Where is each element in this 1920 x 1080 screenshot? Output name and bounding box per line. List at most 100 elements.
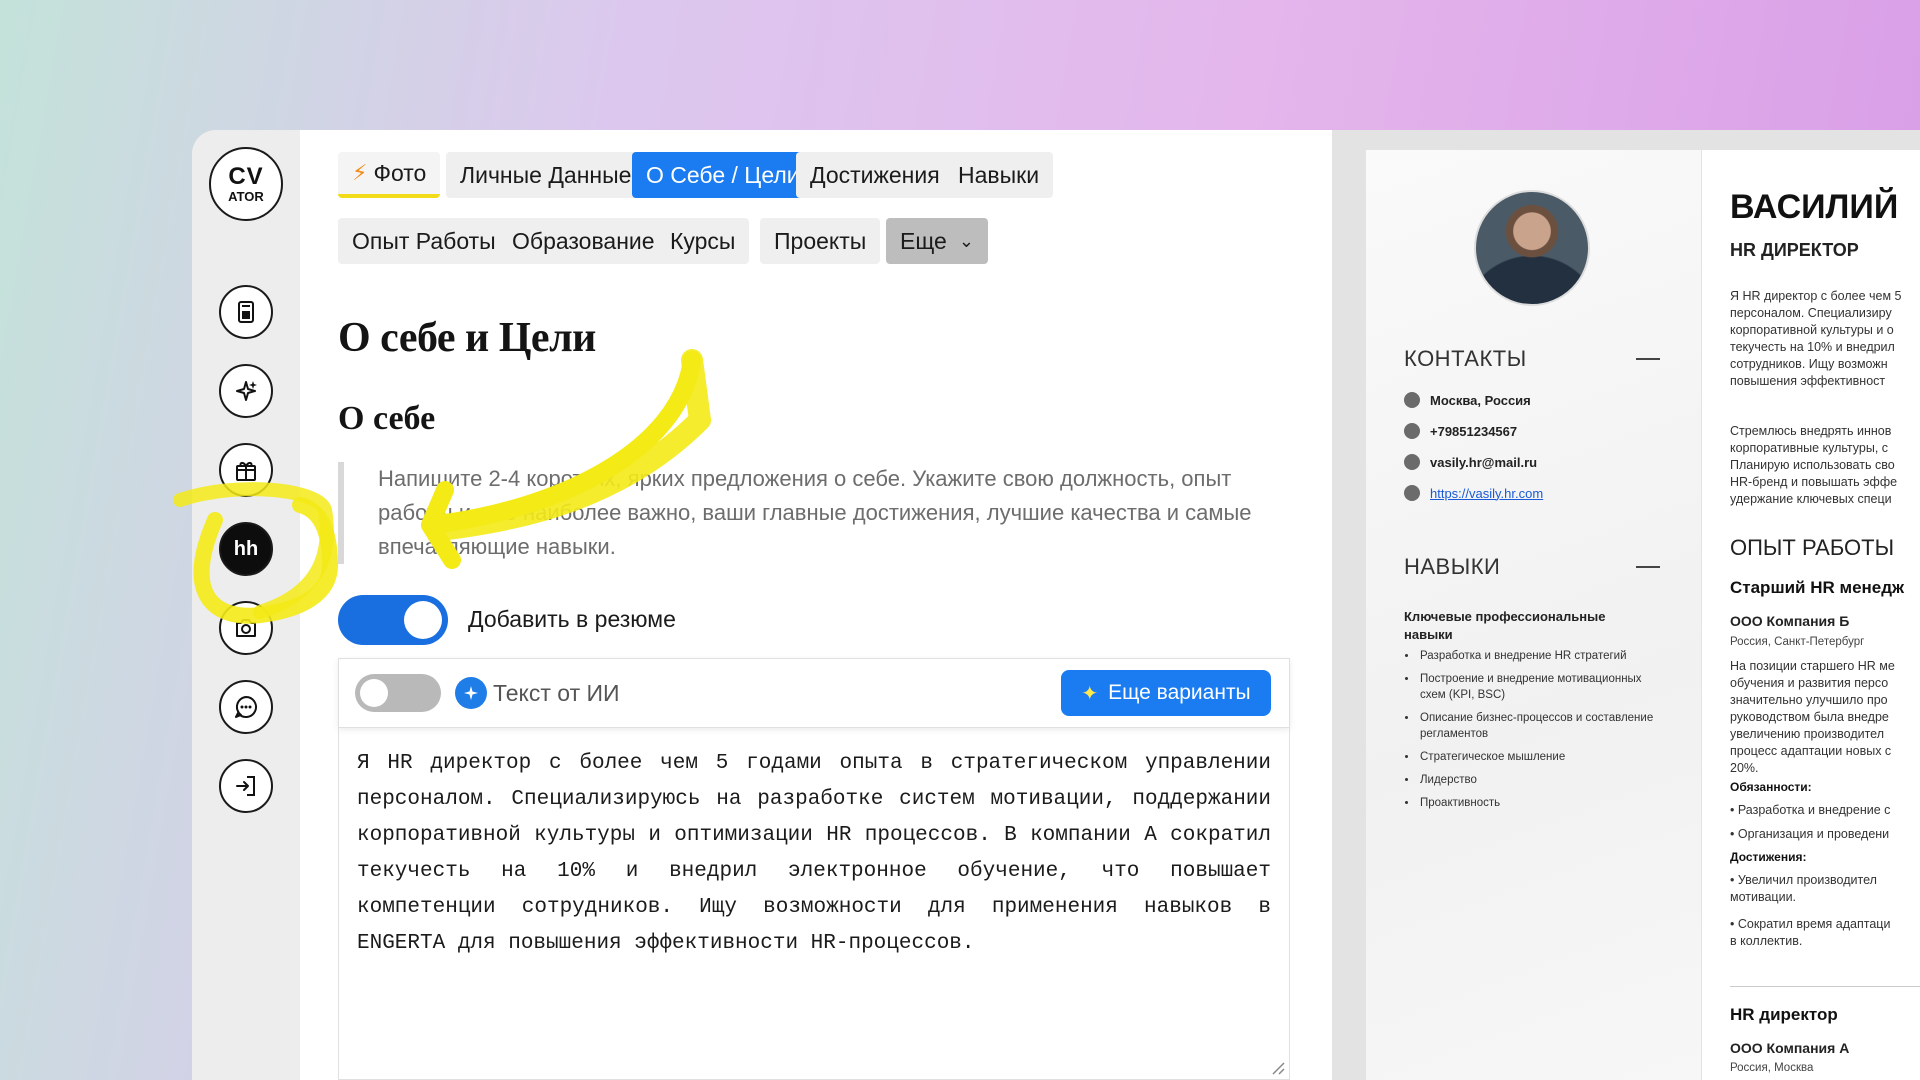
collapse-icon[interactable] xyxy=(1636,566,1660,568)
camera-button[interactable] xyxy=(219,601,273,655)
tab-experience[interactable]: Опыт Работы xyxy=(338,218,510,264)
tab-photo-label: Фото xyxy=(373,159,427,186)
list-item: Построение и внедрение мотивационных схе… xyxy=(1418,671,1658,703)
contact-email: vasily.hr@mail.ru xyxy=(1404,454,1537,470)
tab-education[interactable]: Образование xyxy=(498,218,669,264)
tab-skills[interactable]: Навыки xyxy=(944,152,1054,198)
job-company: ООО Компания Б xyxy=(1730,613,1850,629)
tab-projects[interactable]: Проекты xyxy=(760,218,881,264)
profile-photo xyxy=(1474,190,1590,306)
tab-more-dropdown[interactable]: Еще ⌄ xyxy=(886,218,988,264)
tab-personal[interactable]: Личные Данные xyxy=(446,152,646,198)
contacts-heading: КОНТАКТЫ xyxy=(1404,346,1527,371)
logo-text-top: CV xyxy=(228,162,264,190)
tab-photo[interactable]: ⚡ Фото xyxy=(338,152,441,198)
list-item: • Сократил время адаптаци в коллектив. xyxy=(1730,917,1891,948)
globe-icon xyxy=(1404,485,1420,501)
list-item: Проактивность xyxy=(1418,795,1658,811)
resume-name: ВАСИЛИЙ xyxy=(1730,188,1899,226)
about-textarea[interactable]: Я HR директор с более чем 5 годами опыта… xyxy=(338,728,1290,1080)
list-item: • Увеличил производител мотивации. xyxy=(1730,873,1877,904)
resume-button[interactable] xyxy=(219,285,273,339)
page-title: О себе и Цели xyxy=(338,315,596,361)
tab-courses[interactable]: Курсы xyxy=(656,218,750,264)
list-item: Лидерство xyxy=(1418,772,1658,788)
tab-about[interactable]: О Себе / Цели xyxy=(632,152,814,198)
collapse-icon[interactable] xyxy=(1636,358,1660,360)
ai-sparkle-icon xyxy=(455,677,487,709)
tab-projects-label: Проекты xyxy=(774,227,867,254)
contact-website[interactable]: https://vasily.hr.com xyxy=(1404,485,1543,501)
logout-icon xyxy=(236,776,255,796)
gift-button[interactable] xyxy=(219,443,273,497)
list-item: Разработка и внедрение HR стратегий xyxy=(1418,648,1658,664)
tab-education-label: Образование xyxy=(512,227,655,254)
contact-location: Москва, Россия xyxy=(1404,392,1531,408)
app-window: CV ATOR hh ⚡ Фото Личные Данные О Себе / … xyxy=(192,130,1920,1080)
tab-achievements[interactable]: Достижения xyxy=(796,152,954,198)
tab-more-label: Еще xyxy=(900,227,947,254)
skills-heading: НАВЫКИ xyxy=(1404,554,1501,579)
ai-button[interactable] xyxy=(219,364,273,418)
resume-goals: Стремлюсь внедрять иннов корпоративные к… xyxy=(1730,424,1898,506)
job-location: Россия, Москва xyxy=(1730,1062,1814,1074)
tab-personal-label: Личные Данные xyxy=(460,161,632,188)
sparkle-icon xyxy=(236,381,257,401)
phone-text: +79851234567 xyxy=(1430,423,1518,439)
phone-icon xyxy=(1404,423,1420,439)
resume-summary: Я HR директор с более чем 5 персоналом. … xyxy=(1730,289,1902,388)
toggle-knob xyxy=(404,601,442,639)
duty-text: Разработка и внедрение с xyxy=(1737,803,1891,817)
gift-icon xyxy=(236,462,256,481)
resume-preview-main: ВАСИЛИЙ HR ДИРЕКТОР Я HR директор с боле… xyxy=(1702,150,1920,1080)
toggle-knob xyxy=(360,679,388,707)
job-description: На позиции старшего HR ме обучения и раз… xyxy=(1730,659,1895,775)
website-link[interactable]: https://vasily.hr.com xyxy=(1430,486,1543,501)
list-item: Описание бизнес-процессов и составление … xyxy=(1418,710,1658,742)
more-variants-label: Еще варианты xyxy=(1108,681,1251,704)
tab-experience-label: Опыт Работы xyxy=(352,227,496,254)
cvator-logo[interactable]: CV ATOR xyxy=(209,147,283,221)
mail-icon xyxy=(1404,454,1420,470)
duty-text: Организация и проведени xyxy=(1737,827,1890,841)
hh-label: hh xyxy=(233,537,259,560)
resume-position: HR ДИРЕКТОР xyxy=(1730,240,1859,260)
location-text: Москва, Россия xyxy=(1430,392,1531,408)
chevron-down-icon: ⌄ xyxy=(958,230,974,251)
achievements-label: Достижения: xyxy=(1730,850,1807,864)
job-title: Старший HR менедж xyxy=(1730,578,1905,597)
bolt-icon: ⚡ xyxy=(352,160,368,185)
skills-list: Разработка и внедрение HR стратегий Пост… xyxy=(1418,648,1658,818)
tab-skills-label: Навыки xyxy=(958,161,1040,188)
divider xyxy=(1730,986,1920,987)
ai-text-label: Текст от ИИ xyxy=(493,680,620,706)
contact-phone: +79851234567 xyxy=(1404,423,1517,439)
tab-achievements-label: Достижения xyxy=(810,161,940,188)
list-item: • Разработка и внедрение с xyxy=(1730,803,1891,817)
job-title: HR директор xyxy=(1730,1005,1838,1024)
duties-label: Обязанности: xyxy=(1730,780,1812,794)
resize-handle-icon[interactable] xyxy=(1271,1061,1285,1075)
about-text: Я HR директор с более чем 5 годами опыта… xyxy=(357,752,1271,955)
experience-heading: ОПЫТ РАБОТЫ xyxy=(1730,535,1895,560)
add-to-resume-toggle[interactable] xyxy=(338,595,448,645)
resume-preview-sidebar: КОНТАКТЫ Москва, Россия +79851234567 vas… xyxy=(1366,150,1701,1080)
more-variants-button[interactable]: ✦ Еще варианты xyxy=(1061,670,1271,716)
logo-text-bottom: ATOR xyxy=(228,188,264,204)
camera-icon xyxy=(236,619,256,637)
chat-icon xyxy=(235,696,257,718)
achievement-text: Увеличил производител мотивации. xyxy=(1730,873,1877,904)
add-to-resume-label: Добавить в резюме xyxy=(468,606,676,632)
logout-button[interactable] xyxy=(219,759,273,813)
hh-button[interactable]: hh xyxy=(219,522,273,576)
ai-text-toggle[interactable] xyxy=(355,674,441,712)
list-item: Стратегическое мышление xyxy=(1418,749,1658,765)
email-text: vasily.hr@mail.ru xyxy=(1430,454,1538,470)
chat-button[interactable] xyxy=(219,680,273,734)
achievement-text: Сократил время адаптаци в коллектив. xyxy=(1730,917,1891,948)
section-title: О себе xyxy=(338,400,436,437)
editor-panel: ⚡ Фото Личные Данные О Себе / Цели Достиж… xyxy=(300,130,1332,1080)
list-item: • Организация и проведени xyxy=(1730,827,1890,841)
location-icon xyxy=(1404,392,1420,408)
sidebar: CV ATOR hh xyxy=(192,130,300,1080)
